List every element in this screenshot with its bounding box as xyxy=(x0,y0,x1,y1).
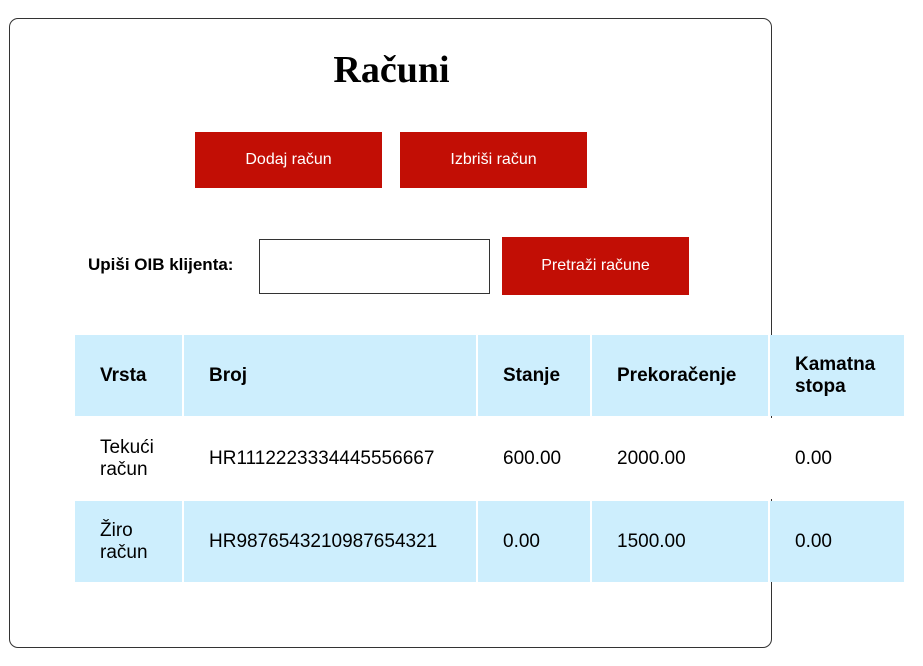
cell-kamatna-stopa: 0.00 xyxy=(770,501,904,582)
cell-kamatna-stopa: 0.00 xyxy=(770,418,904,499)
add-account-button[interactable]: Dodaj račun xyxy=(195,132,382,188)
page-title: Računi xyxy=(333,49,450,91)
cell-vrsta: Tekući račun xyxy=(75,418,182,499)
cell-prekoracenje: 1500.00 xyxy=(592,501,768,582)
cell-broj: HR1112223334445556667 xyxy=(184,418,476,499)
column-header-broj: Broj xyxy=(184,335,476,416)
column-header-stanje: Stanje xyxy=(478,335,590,416)
table-header-row: Vrsta Broj Stanje Prekoračenje Kamatna s… xyxy=(75,335,904,416)
accounts-table: Vrsta Broj Stanje Prekoračenje Kamatna s… xyxy=(73,333,906,584)
table-row[interactable]: Žiro račun HR9876543210987654321 0.00 15… xyxy=(75,501,904,582)
delete-account-button[interactable]: Izbriši račun xyxy=(400,132,587,188)
cell-stanje: 600.00 xyxy=(478,418,590,499)
column-header-vrsta: Vrsta xyxy=(75,335,182,416)
cell-broj: HR9876543210987654321 xyxy=(184,501,476,582)
table-row[interactable]: Tekući račun HR1112223334445556667 600.0… xyxy=(75,418,904,499)
search-accounts-button[interactable]: Pretraži račune xyxy=(502,237,689,295)
column-header-prekoracenje: Prekoračenje xyxy=(592,335,768,416)
oib-label: Upiši OIB klijenta: xyxy=(88,255,234,274)
cell-vrsta: Žiro račun xyxy=(75,501,182,582)
column-header-kamatna-stopa: Kamatna stopa xyxy=(770,335,904,416)
oib-input[interactable] xyxy=(259,239,490,294)
cell-stanje: 0.00 xyxy=(478,501,590,582)
cell-prekoracenje: 2000.00 xyxy=(592,418,768,499)
